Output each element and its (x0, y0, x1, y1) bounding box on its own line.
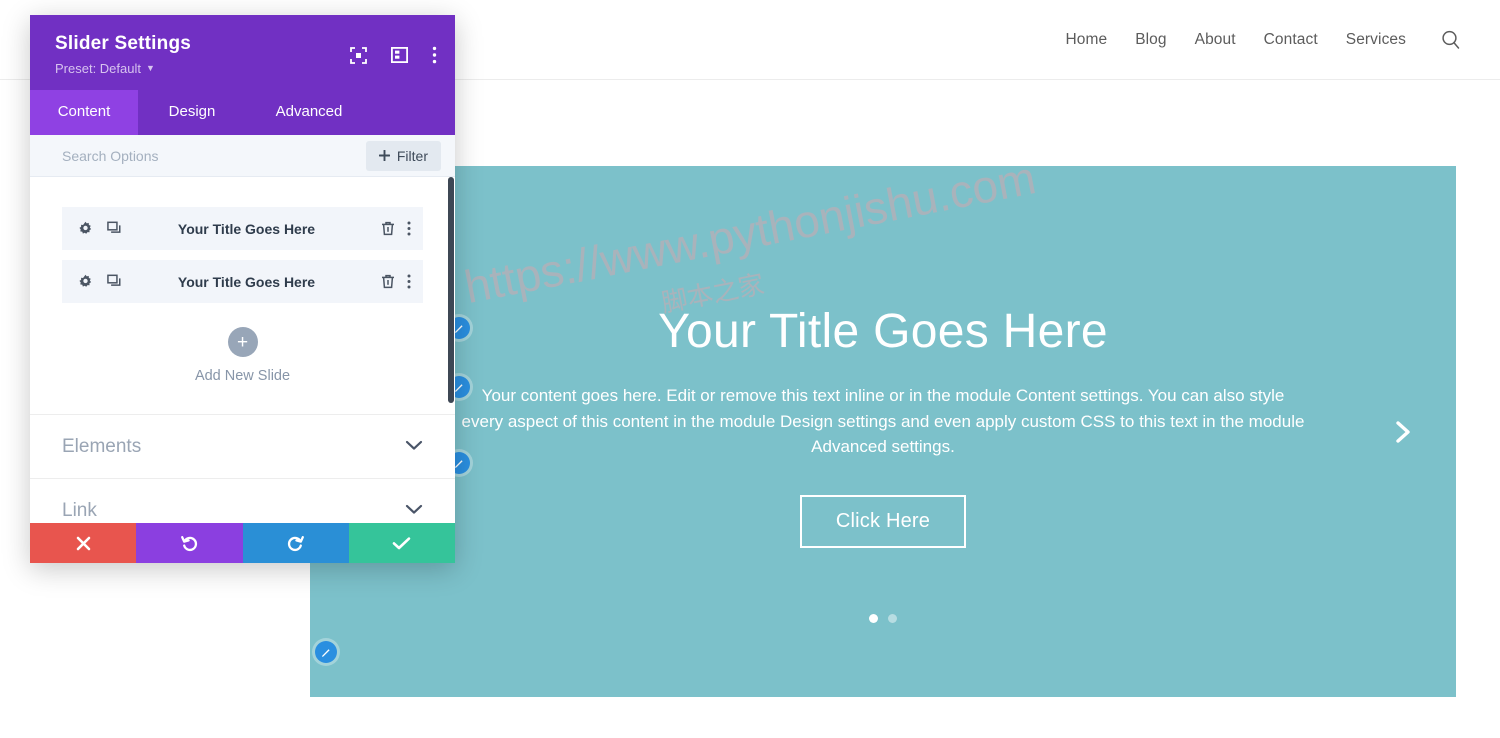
search-icon[interactable] (1440, 29, 1462, 51)
table-row[interactable]: Your Title Goes Here (62, 207, 423, 250)
chevron-down-icon (405, 438, 423, 456)
preset-label: Preset: Default (55, 61, 141, 76)
slide-row-title: Your Title Goes Here (177, 220, 316, 237)
tab-advanced[interactable]: Advanced (246, 90, 372, 135)
slide-title: Your Title Goes Here (658, 305, 1108, 358)
slider-next-arrow[interactable] (1386, 415, 1420, 449)
nav-item-about[interactable]: About (1195, 31, 1236, 49)
modal-body: Your Title Goes Here Your Title Goes Her… (30, 177, 455, 523)
section-link-label: Link (62, 499, 97, 521)
modal-scrollbar[interactable] (448, 177, 455, 523)
slide-row-actions-right (381, 221, 411, 236)
layout-panel-icon[interactable] (391, 47, 408, 63)
section-link[interactable]: Link (30, 478, 455, 523)
filter-button-label: Filter (396, 147, 428, 164)
kebab-menu-icon[interactable] (432, 46, 437, 64)
modal-tabs: Content Design Advanced (30, 90, 455, 135)
cancel-button[interactable] (30, 523, 137, 563)
chevron-down-icon: ▼ (146, 63, 155, 73)
close-x-icon (75, 535, 92, 552)
trash-icon[interactable] (381, 221, 395, 236)
filter-button[interactable]: Filter (365, 140, 441, 171)
modal-header: Slider Settings Preset: Default ▼ (30, 15, 455, 90)
redo-button[interactable] (242, 523, 349, 563)
redo-icon (286, 534, 305, 553)
slide-row-actions-right (381, 274, 411, 289)
chevron-down-icon (405, 502, 423, 520)
trash-icon[interactable] (381, 274, 395, 289)
scrollbar-thumb[interactable] (448, 177, 454, 403)
gear-icon[interactable] (78, 221, 93, 236)
nav-item-services[interactable]: Services (1346, 31, 1406, 49)
slide-cta-button[interactable]: Click Here (799, 495, 967, 549)
tab-content[interactable]: Content (30, 90, 138, 135)
slide-body-text: Your content goes here. Edit or remove t… (461, 385, 1305, 457)
undo-button[interactable] (136, 523, 243, 563)
main-navigation: Home Blog About Contact Services (1065, 29, 1500, 51)
slider-settings-modal: Slider Settings Preset: Default ▼ Conten… (30, 15, 455, 563)
kebab-menu-icon[interactable] (407, 221, 411, 236)
gear-icon[interactable] (78, 274, 93, 289)
modal-footer (30, 523, 455, 563)
edit-badge-footer[interactable] (315, 641, 337, 663)
table-row[interactable]: Your Title Goes Here (62, 260, 423, 303)
focus-target-icon[interactable] (350, 46, 367, 64)
add-new-slide-button[interactable]: + Add New Slide (62, 313, 423, 384)
search-options-row: Filter (30, 135, 455, 177)
section-elements[interactable]: Elements (30, 414, 455, 478)
nav-item-blog[interactable]: Blog (1135, 31, 1166, 49)
slider-dot-2[interactable] (888, 614, 897, 623)
slider-dot-1[interactable] (869, 614, 878, 623)
search-input[interactable] (62, 147, 366, 164)
modal-header-icons (350, 46, 437, 64)
checkmark-icon (392, 536, 411, 551)
slider-pagination (310, 614, 1456, 623)
preset-dropdown[interactable]: Preset: Default ▼ (55, 61, 155, 76)
nav-item-contact[interactable]: Contact (1264, 31, 1318, 49)
kebab-menu-icon[interactable] (407, 274, 411, 289)
slide-row-title: Your Title Goes Here (177, 273, 316, 290)
tab-design[interactable]: Design (138, 90, 246, 135)
save-button[interactable] (348, 523, 455, 563)
plus-icon (378, 148, 391, 164)
slides-list: Your Title Goes Here Your Title Goes Her… (30, 177, 455, 384)
add-new-slide-label: Add New Slide (194, 368, 291, 384)
undo-icon (180, 534, 199, 553)
nav-item-home[interactable]: Home (1065, 31, 1107, 49)
section-elements-label: Elements (62, 435, 142, 457)
page-root: Home Blog About Contact Services https:/… (0, 0, 1500, 738)
plus-icon: + (227, 327, 258, 357)
slider-module: https://www.pythonjishu.com 脚本之家 Your Ti… (310, 166, 1456, 697)
